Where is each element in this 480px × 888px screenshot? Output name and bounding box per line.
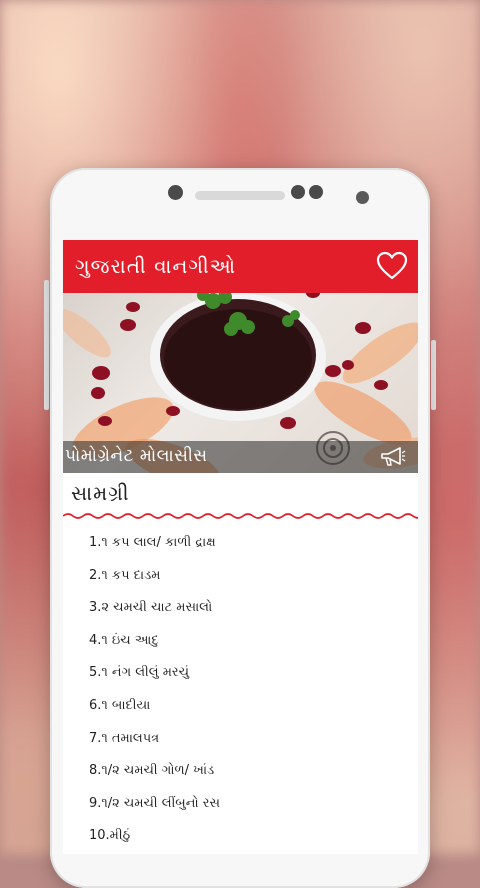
app-title: ગુજરાતી વાનગીઓ [75, 254, 237, 278]
list-item: 4.૧ ઇંચ આદુ [89, 632, 159, 648]
recipe-image: પોમોગ્રેનેટ મોલાસીસ [63, 293, 418, 473]
list-item: 1.૧ કપ લાલ/ કાળી દ્રાક્ષ [89, 535, 216, 550]
sensor-icon [309, 185, 323, 199]
list-item: 6.૧ બાદીયા [89, 697, 151, 713]
sensor-icon [291, 185, 305, 199]
earpiece-speaker [195, 191, 285, 200]
list-item: 8.૧/૨ ચમચી ગોળ/ ખાંડ [89, 763, 215, 779]
list-item: 5.૧ નંગ લીલું મરચું [89, 665, 190, 681]
megaphone-icon [381, 447, 406, 466]
list-item: 3.૨ ચમચી ચાટ મસાલો [89, 600, 213, 616]
list-item: 9.૧/૨ ચમચી લીંબુનો રસ [89, 795, 221, 811]
app-screen: ગુજરાતી વાનગીઓ પોમોગ્રેનેટ મોલાસીસ સામગ્… [63, 240, 418, 854]
ingredients-heading: સામગ્રી [71, 481, 130, 505]
front-camera-icon [168, 185, 183, 200]
recipe-caption-bar: પોમોગ્રેનેટ મોલાસીસ [63, 441, 418, 473]
proximity-sensor-icon [356, 191, 369, 204]
share-button[interactable] [380, 446, 406, 468]
heart-outline-icon [376, 251, 408, 280]
list-item: 2.૧ કપ દાડમ [89, 567, 161, 583]
ingredients-list: 1.૧ કપ લાલ/ કાળી દ્રાક્ષ 2.૧ કપ દાડમ 3.૨… [89, 527, 220, 853]
phone-side-button [431, 340, 436, 410]
favorite-button[interactable] [376, 251, 408, 281]
list-item: 7.૧ તમાલપત્ર [89, 730, 160, 746]
list-item: 10.મીઠું [89, 828, 131, 844]
recipe-title: પોમોગ્રેનેટ મોલાસીસ [65, 446, 208, 466]
wavy-divider [63, 513, 418, 519]
app-bar: ગુજરાતી વાનગીઓ [63, 240, 418, 293]
phone-side-button [44, 280, 49, 410]
